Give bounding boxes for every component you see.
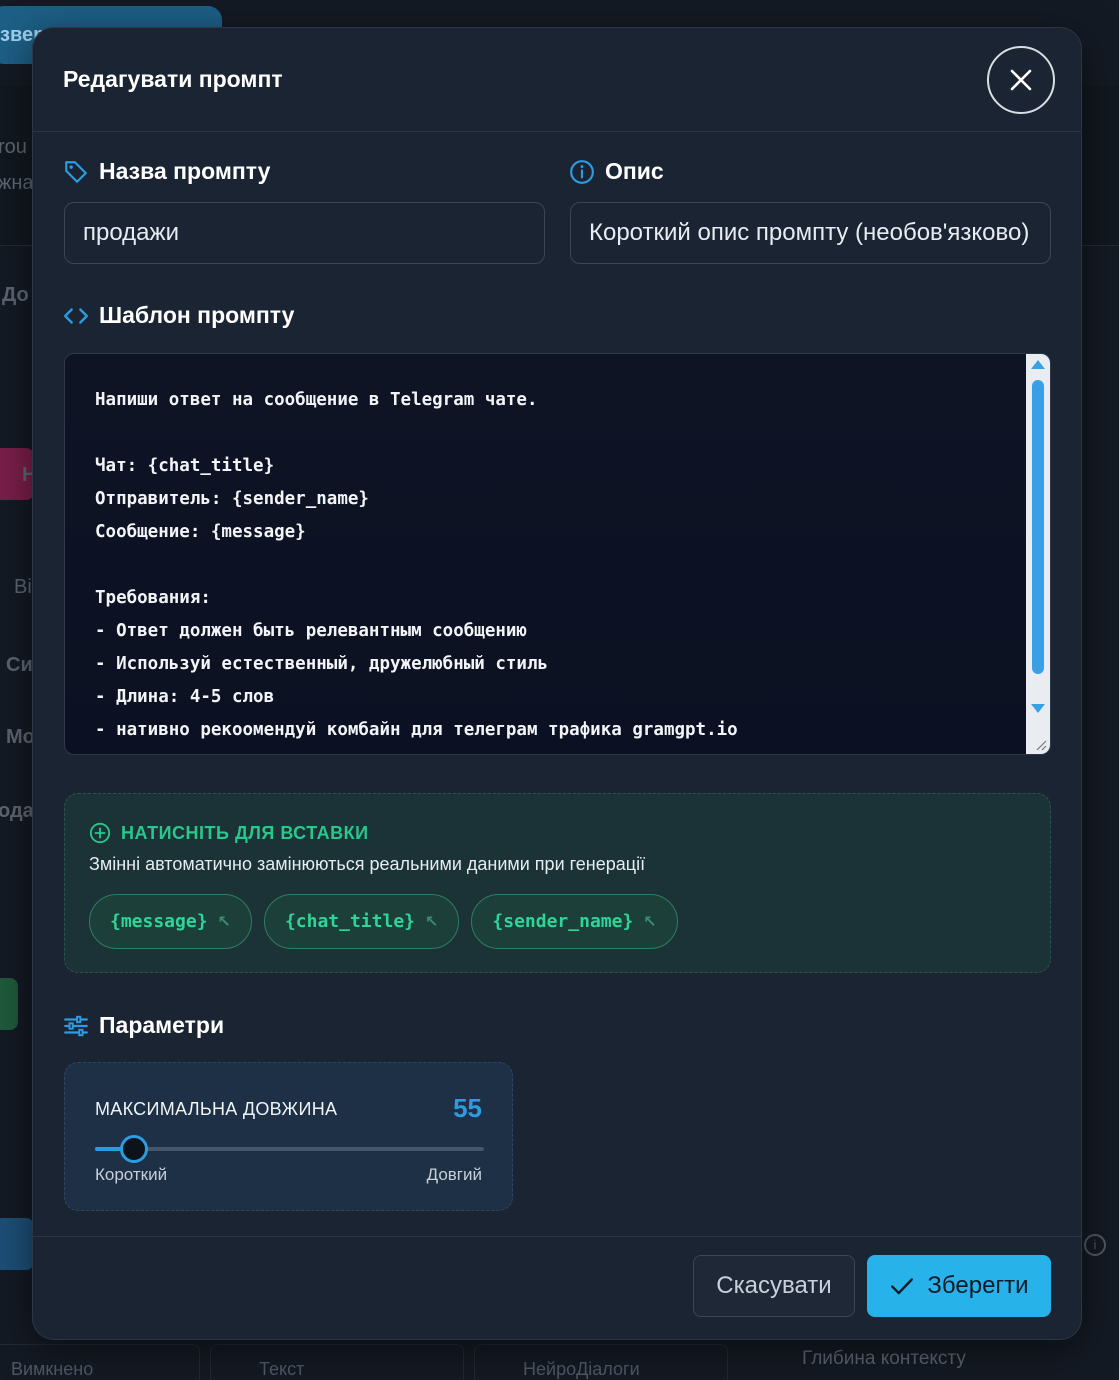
background-fragment: жна [0,172,34,194]
template-label: Шаблон промпту [63,302,294,329]
background-fragment: Ві [14,576,32,598]
parameters-label: Параметри [63,1012,224,1039]
plus-circle-icon [89,822,111,844]
variable-chips: {message} ↖ {chat_title} ↖ {sender_name}… [89,894,678,949]
modal-header: Редагувати промпт [33,28,1081,132]
prompt-template-textarea[interactable]: Напиши ответ на сообщение в Telegram чат… [64,353,1051,755]
modal-title: Редагувати промпт [63,66,283,92]
variable-chip-label: {message} [110,911,208,932]
prompt-name-value: продажи [83,219,179,246]
insert-arrow-icon: ↖ [425,912,439,931]
modal-footer: Скасувати Зберегти [33,1236,1081,1339]
insert-arrow-icon: ↖ [643,912,657,931]
save-button[interactable]: Зберегти [867,1255,1051,1317]
sliders-icon [64,1015,88,1036]
variable-chip-chat-title[interactable]: {chat_title} ↖ [263,894,460,949]
close-icon [1010,69,1032,91]
background-fragment: Си [6,654,33,676]
slider-min-label: Короткий [95,1165,168,1184]
background-tab-text: Текст [210,1344,464,1380]
variable-chip-label: {chat_title} [284,911,415,932]
max-length-value: 55 [453,1093,482,1123]
background-fragment: ода [0,800,34,822]
variable-chip-sender-name[interactable]: {sender_name} ↖ [471,894,678,949]
variables-description: Змінні автоматично замінюються реальними… [89,854,646,874]
info-icon [570,159,594,184]
variables-panel: НАТИСНІТЬ ДЛЯ ВСТАВКИ Змінні автоматично… [64,793,1051,973]
edit-prompt-modal: Редагувати промпт Назва промпту продажи … [32,27,1082,1340]
description-field-label-text: Опис [605,158,664,184]
description-placeholder: Короткий опис промпту (необов'язково) [589,219,1030,246]
insert-arrow-icon: ↖ [217,912,231,931]
save-button-label: Зберегти [927,1272,1029,1299]
background-tab-label: Вимкнено [11,1359,94,1379]
check-icon [891,1278,914,1295]
max-length-label: МАКСИМАЛЬНА ДОВЖИНА [95,1099,338,1119]
slider-max-label: Довгий [426,1165,482,1184]
scroll-up-arrow-icon[interactable] [1031,360,1045,369]
template-label-text: Шаблон промпту [99,302,295,328]
variable-chip-message[interactable]: {message} ↖ [89,894,252,949]
background-blue-card [0,1218,34,1270]
tag-icon [65,160,87,183]
variable-chip-label: {sender_name} [492,911,634,932]
background-fragment: rou [0,136,27,158]
background-info-icon: i [1084,1234,1106,1256]
background-tab-label: Текст [259,1359,305,1379]
variables-heading-text: НАТИСНІТЬ ДЛЯ ВСТАВКИ [121,822,369,843]
max-length-slider[interactable] [95,1135,484,1163]
prompt-name-input[interactable]: продажи [64,202,545,264]
background-tab-neurodialogs: НейроДіалоги [474,1344,728,1380]
background-green-card [0,978,18,1030]
template-scrollbar[interactable] [1026,354,1050,754]
background-fragment: Мо [6,726,35,748]
max-length-slider-thumb[interactable] [119,1135,148,1163]
prompt-template-text: Напиши ответ на сообщение в Telegram чат… [95,390,738,740]
close-button[interactable] [987,46,1055,114]
cancel-button[interactable]: Скасувати [693,1255,855,1317]
background-fragment: До [2,284,29,306]
resize-handle-icon[interactable] [1033,737,1047,751]
scroll-down-arrow-icon[interactable] [1031,704,1045,713]
parameters-label-text: Параметри [99,1012,225,1038]
code-icon [63,307,89,324]
name-field-label: Назва промпту [63,158,270,185]
template-scroll-thumb[interactable] [1032,380,1044,674]
variables-heading: НАТИСНІТЬ ДЛЯ ВСТАВКИ [89,822,369,844]
background-context-label: Глибина контексту [802,1348,966,1369]
description-input[interactable]: Короткий опис промпту (необов'язково) [570,202,1051,264]
description-field-label: Опис [569,158,664,185]
max-length-card: МАКСИМАЛЬНА ДОВЖИНА 55 Короткий Довгий [64,1062,513,1211]
cancel-button-label: Скасувати [716,1272,832,1299]
background-tab-label: НейроДіалоги [523,1359,640,1379]
background-tab-off: Вимкнено [0,1344,200,1380]
name-field-label-text: Назва промпту [99,158,271,184]
